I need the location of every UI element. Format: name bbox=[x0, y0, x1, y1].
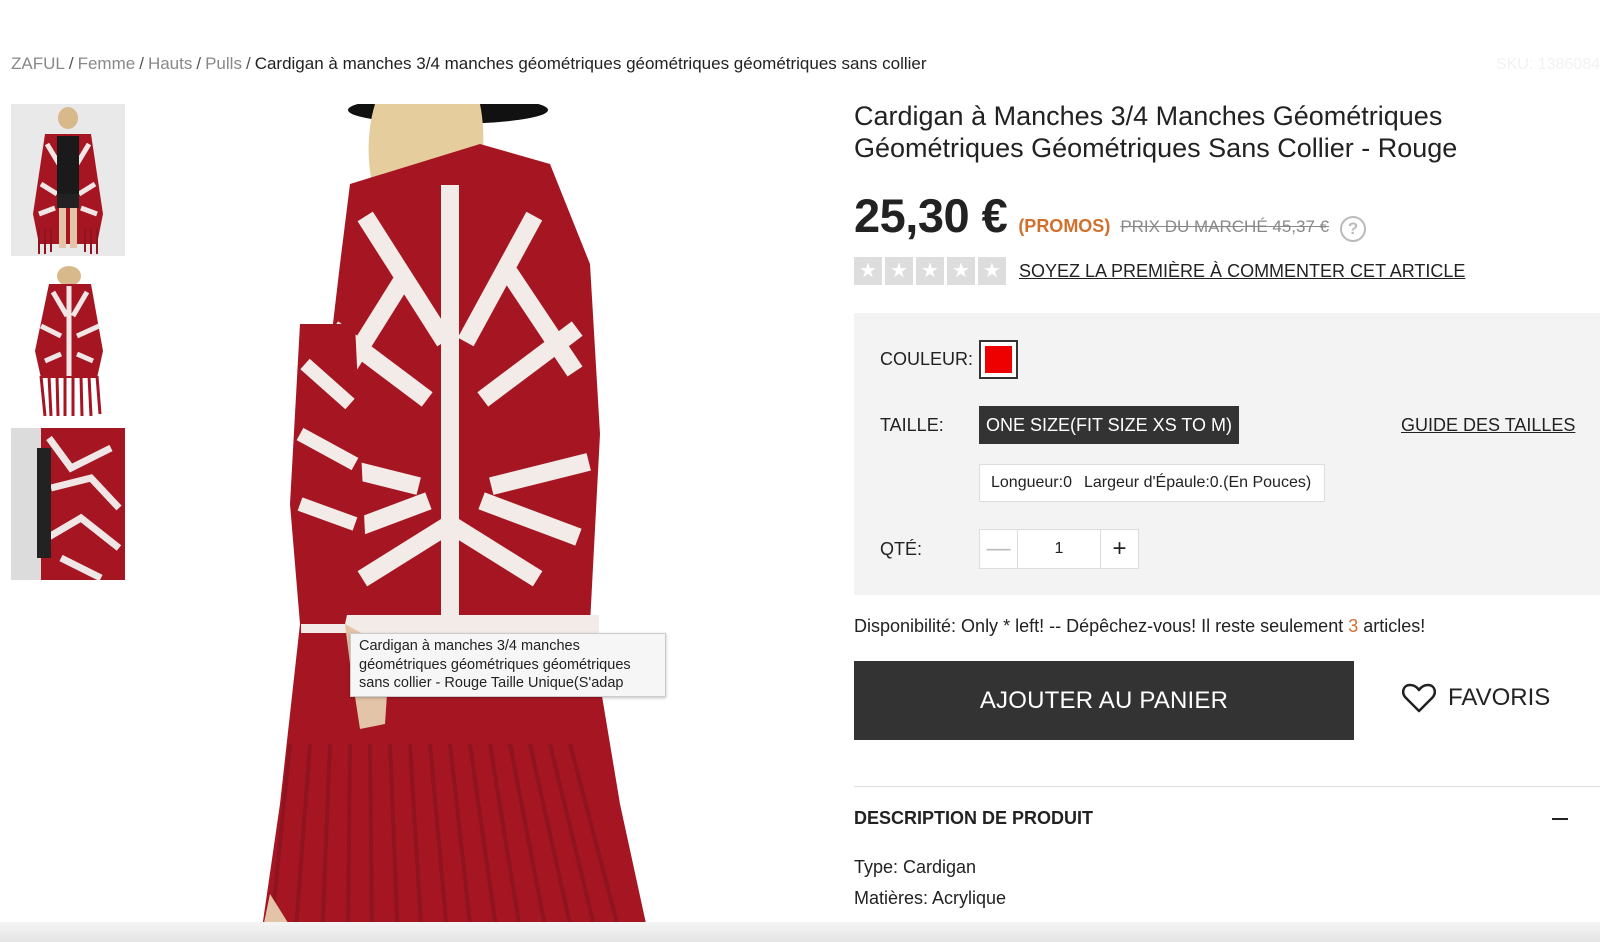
main-product-image bbox=[150, 104, 840, 942]
current-price: 25,30 € bbox=[854, 189, 1008, 242]
measure-length: Longueur:0 bbox=[991, 474, 1072, 491]
description-type: Type: Cardigan bbox=[854, 857, 977, 877]
description-heading[interactable]: DESCRIPTION DE PRODUIT bbox=[854, 808, 1093, 829]
quantity-stepper: — + bbox=[979, 529, 1139, 569]
size-measurements: Longueur:0 Largeur d'Épaule:0.(En Pouces) bbox=[979, 464, 1325, 502]
breadcrumb-separator: / bbox=[139, 54, 144, 73]
quantity-input[interactable] bbox=[1018, 530, 1100, 568]
write-review-link[interactable]: SOYEZ LA PREMIÈRE À COMMENTER CET ARTICL… bbox=[1019, 261, 1465, 282]
price-row: 25,30 € (PROMOS) PRIX DU MARCHÉ 45,37 € … bbox=[854, 188, 1600, 243]
availability-suffix: articles! bbox=[1363, 616, 1426, 636]
options-panel: COULEUR: TAILLE: ONE SIZE(FIT SIZE XS TO… bbox=[854, 313, 1600, 595]
color-label: COULEUR: bbox=[880, 349, 974, 369]
star-icon[interactable]: ★ bbox=[978, 257, 1006, 285]
product-info: Cardigan à Manches 3/4 Manches Géométriq… bbox=[854, 100, 1600, 285]
breadcrumb-link-femme[interactable]: Femme bbox=[78, 54, 136, 73]
quantity-increase-button[interactable]: + bbox=[1100, 530, 1138, 568]
help-icon[interactable]: ? bbox=[1340, 216, 1367, 242]
thumbnail-front-view[interactable] bbox=[11, 104, 125, 256]
add-to-cart-button[interactable]: AJOUTER AU PANIER bbox=[854, 661, 1354, 740]
favorites-label: FAVORIS bbox=[1448, 684, 1551, 711]
breadcrumb-separator: / bbox=[68, 54, 74, 73]
size-label: TAILLE: bbox=[880, 415, 944, 435]
size-option-one-size[interactable]: ONE SIZE(FIT SIZE XS TO M) bbox=[979, 406, 1240, 444]
breadcrumb-link-home[interactable]: ZAFUL bbox=[11, 54, 65, 73]
breadcrumb-current: Cardigan à manches 3/4 manches géométriq… bbox=[254, 54, 927, 73]
promo-label: (PROMOS) bbox=[1018, 216, 1111, 236]
size-guide-link[interactable]: GUIDE DES TAILLES bbox=[1401, 415, 1575, 436]
description-material: Matières: Acrylique bbox=[854, 888, 1007, 908]
measure-shoulder: Largeur d'Épaule:0.(En Pouces) bbox=[1083, 474, 1312, 491]
star-icon[interactable]: ★ bbox=[947, 257, 975, 285]
availability-text: Disponibilité: Only * left! -- Dépêchez-… bbox=[854, 616, 1425, 637]
thumbnail-side-view[interactable] bbox=[11, 428, 125, 580]
thumbnail-back-view[interactable] bbox=[11, 266, 125, 418]
market-price: PRIX DU MARCHÉ 45,37 € bbox=[1120, 217, 1330, 236]
star-icon[interactable]: ★ bbox=[885, 257, 913, 285]
star-icon[interactable]: ★ bbox=[916, 257, 944, 285]
breadcrumb-link-pulls[interactable]: Pulls bbox=[205, 54, 242, 73]
section-divider bbox=[854, 786, 1600, 787]
image-tooltip: Cardigan à manches 3/4 manches géométriq… bbox=[350, 633, 666, 697]
quantity-label: QTÉ: bbox=[880, 539, 923, 559]
star-icon[interactable]: ★ bbox=[854, 257, 882, 285]
availability-count: 3 bbox=[1348, 616, 1359, 636]
color-swatch-fill bbox=[985, 346, 1012, 373]
rating-row: ★ ★ ★ ★ ★ SOYEZ LA PREMIÈRE À COMMENTER … bbox=[854, 257, 1600, 285]
color-swatch-red[interactable] bbox=[979, 340, 1018, 379]
bottom-edge bbox=[0, 922, 1600, 942]
thumbnail-gallery bbox=[11, 104, 125, 590]
rating-stars: ★ ★ ★ ★ ★ bbox=[854, 257, 1006, 285]
product-title: Cardigan à Manches 3/4 Manches Géométriq… bbox=[854, 101, 1458, 163]
breadcrumb-separator: / bbox=[196, 54, 202, 73]
heart-icon bbox=[1402, 683, 1436, 713]
breadcrumb-link-hauts[interactable]: Hauts bbox=[148, 54, 192, 73]
favorites-button[interactable]: FAVORIS bbox=[1402, 683, 1550, 713]
quantity-decrease-button[interactable]: — bbox=[980, 530, 1018, 568]
collapse-icon[interactable] bbox=[1552, 818, 1568, 820]
breadcrumb-separator: / bbox=[245, 54, 251, 73]
availability-prefix: Disponibilité: Only * left! -- Dépêchez-… bbox=[854, 616, 1344, 636]
sku-text: SKU: 1386084 bbox=[1495, 56, 1600, 73]
breadcrumb: ZAFUL / Femme / Hauts / Pulls / Cardigan à manch… bbox=[11, 54, 927, 74]
